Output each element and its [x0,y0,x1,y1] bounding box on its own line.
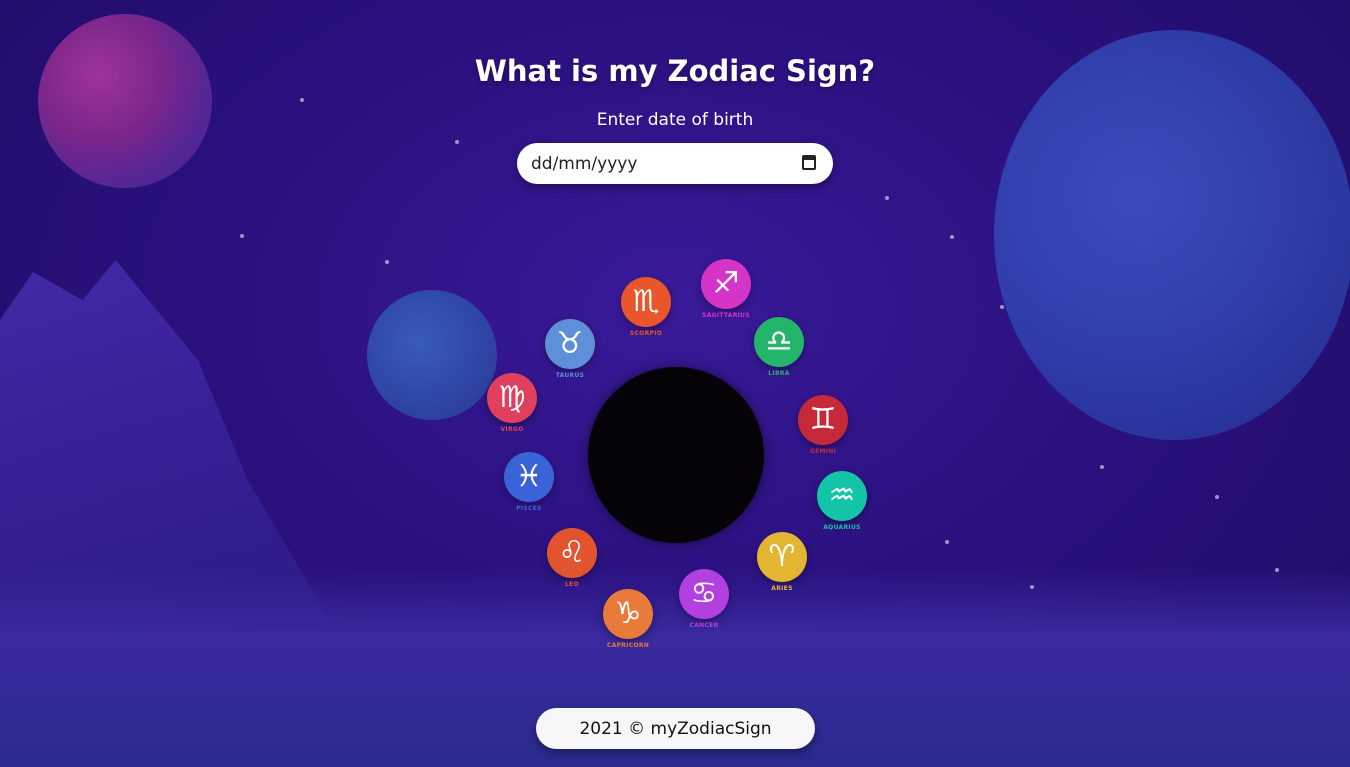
planet-illustration [38,14,212,188]
zodiac-sign-pisces: ♓ PISCES [494,452,564,512]
result-display-disc [588,367,764,543]
zodiac-sign-label: LIBRA [768,370,790,377]
lion-icon: ♌ [547,528,597,578]
fish-icon: ♓ [504,452,554,502]
rock-cliff-illustration [0,260,330,640]
zodiac-sign-virgo: ♍ VIRGO [477,373,547,433]
page-title: What is my Zodiac Sign? [474,54,876,88]
ram-icon: ♈ [757,532,807,582]
zodiac-sign-label: GEMINI [809,448,837,455]
zodiac-sign-sagittarius: ♐ SAGITTARIUS [691,259,761,319]
scales-icon: ♎ [754,317,804,367]
planet-illustration [994,30,1350,440]
zodiac-sign-leo: ♌ LEO [537,528,607,588]
calendar-icon[interactable] [802,155,816,170]
date-of-birth-input[interactable] [517,152,773,175]
water-bearer-icon: ♒ [817,471,867,521]
zodiac-sign-aries: ♈ ARIES [747,532,817,592]
archer-bow-icon: ♐ [701,259,751,309]
zodiac-sign-capricorn: ♑ CAPRICORN [593,589,663,649]
footer-copyright: 2021 © myZodiacSign [536,708,815,749]
zodiac-sign-label: TAURUS [555,372,585,379]
zodiac-sign-label: AQUARIUS [823,524,861,531]
zodiac-sign-scorpio: ♏ SCORPIO [611,277,681,337]
zodiac-sign-cancer: ♋ CANCER [669,569,739,629]
zodiac-sign-label: CAPRICORN [606,642,650,649]
bull-icon: ♉ [545,319,595,369]
crab-icon: ♋ [679,569,729,619]
zodiac-sign-label: CANCER [689,622,719,629]
zodiac-wheel: ♏ SCORPIO ♐ SAGITTARIUS ♎ LIBRA ♊ GEMINI ♒ AQUARI… [470,255,880,665]
zodiac-sign-gemini: ♊ GEMINI [788,395,858,455]
date-of-birth-field[interactable] [517,143,833,184]
zodiac-sign-label: LEO [565,581,579,588]
zodiac-sign-libra: ♎ LIBRA [744,317,814,377]
twins-icon: ♊ [798,395,848,445]
zodiac-sign-label: ARIES [771,585,793,592]
goat-icon: ♑ [603,589,653,639]
scorpion-icon: ♏ [621,277,671,327]
zodiac-sign-label: SCORPIO [629,330,663,337]
dob-label: Enter date of birth [596,110,754,130]
maiden-icon: ♍ [487,373,537,423]
zodiac-sign-aquarius: ♒ AQUARIUS [807,471,877,531]
zodiac-sign-label: PISCES [516,505,542,512]
zodiac-sign-label: VIRGO [500,426,524,433]
zodiac-sign-taurus: ♉ TAURUS [535,319,605,379]
